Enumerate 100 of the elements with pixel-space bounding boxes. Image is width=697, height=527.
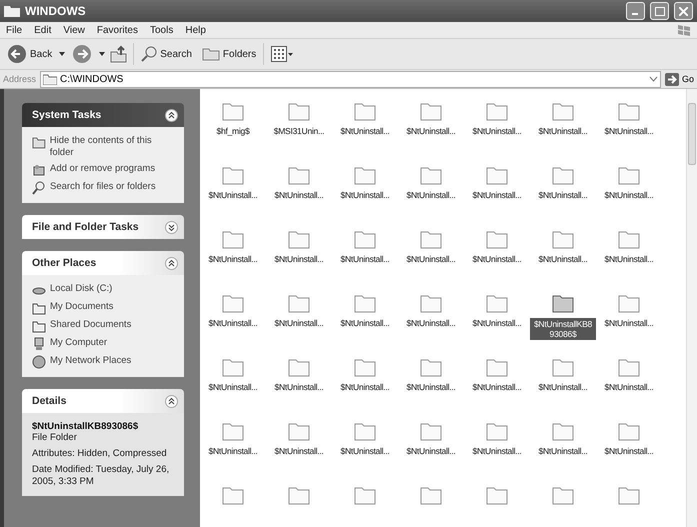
folder-icon[interactable] [354,421,376,441]
folder-label[interactable]: $NtUninstall... [472,382,522,392]
folder-label[interactable]: $NtUninstall... [538,126,588,136]
menu-item[interactable]: File [6,24,22,36]
up-folder-icon[interactable] [109,44,130,64]
task-link[interactable]: Shared Documents [50,319,132,331]
folder-icon[interactable] [552,165,574,185]
folder-icon[interactable] [552,101,574,121]
dropdown-arrow-icon[interactable] [99,52,106,56]
folder-label[interactable]: $NtUninstall... [604,254,654,264]
folder-icon[interactable] [486,357,508,377]
folder-icon[interactable] [486,485,508,505]
folder-icon[interactable] [288,293,310,313]
folder-icon[interactable] [288,101,310,121]
folder-label[interactable]: $NtUninstall... [604,382,654,392]
folder-label[interactable]: $MSI31Unin... [274,126,324,136]
folder-icon[interactable] [618,485,640,505]
folder-icon[interactable] [552,357,574,377]
folder-icon[interactable] [552,293,574,313]
folder-icon[interactable] [552,421,574,441]
folder-label[interactable]: $NtUninstall... [208,254,258,264]
panel-header[interactable]: File and Folder Tasks [22,215,184,239]
folder-icon[interactable] [618,229,640,249]
folder-label[interactable]: $NtUninstall... [538,382,588,392]
folder-label[interactable]: $NtUninstall... [340,254,390,264]
folder-label[interactable]: $NtUninstall... [274,318,324,328]
folder-label[interactable]: $NtUninstall... [208,318,258,328]
folder-label[interactable]: $NtUninstall... [340,190,390,200]
search-button[interactable]: Search [138,44,195,64]
folder-label[interactable]: $NtUninstall... [274,190,324,200]
folder-icon[interactable] [222,165,244,185]
expand-chevron-icon[interactable] [165,220,178,234]
folder-label[interactable]: $NtUninstall... [472,254,522,264]
panel-header[interactable]: Other Places [22,251,184,275]
task-link[interactable]: My Network Places [50,355,132,367]
folder-icon[interactable] [486,165,508,185]
folder-label[interactable]: $NtUninstall... [472,318,522,328]
address-field[interactable]: C:\WINDOWS [40,70,661,88]
folder-label[interactable]: $NtUninstall... [538,446,588,456]
menu-item[interactable]: Edit [34,24,52,36]
folder-icon[interactable] [420,229,442,249]
folder-icon[interactable] [354,229,376,249]
back-button[interactable]: Back [4,42,56,66]
minimize-button[interactable] [626,2,645,20]
folder-label[interactable]: $NtUninstall... [406,318,456,328]
task-link[interactable]: My Documents [50,301,114,313]
scrollbar[interactable] [686,89,697,527]
folder-label[interactable]: $NtUninstallKB893086$ [530,318,596,340]
folder-icon[interactable] [222,101,244,121]
folder-icon[interactable] [354,293,376,313]
folder-icon[interactable] [486,229,508,249]
folder-label[interactable]: $NtUninstall... [604,318,654,328]
folder-label[interactable]: $NtUninstall... [406,382,456,392]
folder-icon[interactable] [618,357,640,377]
task-link[interactable]: Local Disk (C:) [50,283,112,295]
folder-icon[interactable] [420,421,442,441]
folder-label[interactable]: $NtUninstall... [604,446,654,456]
dropdown-arrow-icon[interactable] [59,52,66,56]
folder-icon[interactable] [552,485,574,505]
folder-icon[interactable] [222,293,244,313]
folder-icon[interactable] [288,357,310,377]
folder-label[interactable]: $NtUninstall... [538,254,588,264]
folder-icon[interactable] [288,421,310,441]
folder-label[interactable]: $NtUninstall... [406,190,456,200]
collapse-chevron-icon[interactable] [165,108,178,122]
folder-label[interactable]: $NtUninstall... [472,190,522,200]
panel-header[interactable]: Details [22,389,184,413]
folder-icon[interactable] [288,165,310,185]
folder-icon[interactable] [222,421,244,441]
folder-label[interactable]: $NtUninstall... [208,446,258,456]
folder-icon[interactable] [420,165,442,185]
folder-label[interactable]: $NtUninstall... [406,446,456,456]
folder-label[interactable]: $NtUninstall... [604,190,654,200]
folder-icon[interactable] [354,357,376,377]
collapse-chevron-icon[interactable] [165,256,178,270]
task-link[interactable]: Add or remove programs [50,163,156,175]
folder-label[interactable]: $NtUninstall... [406,126,456,136]
folder-icon[interactable] [222,357,244,377]
menu-item[interactable]: Tools [150,24,174,36]
folder-icon[interactable] [618,165,640,185]
collapse-chevron-icon[interactable] [165,394,178,408]
folder-label[interactable]: $NtUninstall... [274,254,324,264]
folder-icon[interactable] [354,101,376,121]
folder-icon[interactable] [552,229,574,249]
folder-icon[interactable] [420,485,442,505]
task-link[interactable]: Search for files or folders [50,181,156,193]
close-button[interactable] [674,2,693,20]
folder-label[interactable]: $NtUninstall... [472,126,522,136]
folder-icon[interactable] [420,293,442,313]
folder-label[interactable]: $NtUninstall... [274,382,324,392]
panel-header[interactable]: System Tasks [22,103,184,127]
menu-item[interactable]: Help [185,24,206,36]
folder-icon[interactable] [618,421,640,441]
go-button[interactable]: Go [664,72,694,86]
folder-label[interactable]: $NtUninstall... [274,446,324,456]
folder-label[interactable]: $NtUninstall... [208,382,258,392]
folder-icon[interactable] [486,101,508,121]
folder-icon[interactable] [288,485,310,505]
folder-icon[interactable] [288,229,310,249]
folder-label[interactable]: $NtUninstall... [340,126,390,136]
